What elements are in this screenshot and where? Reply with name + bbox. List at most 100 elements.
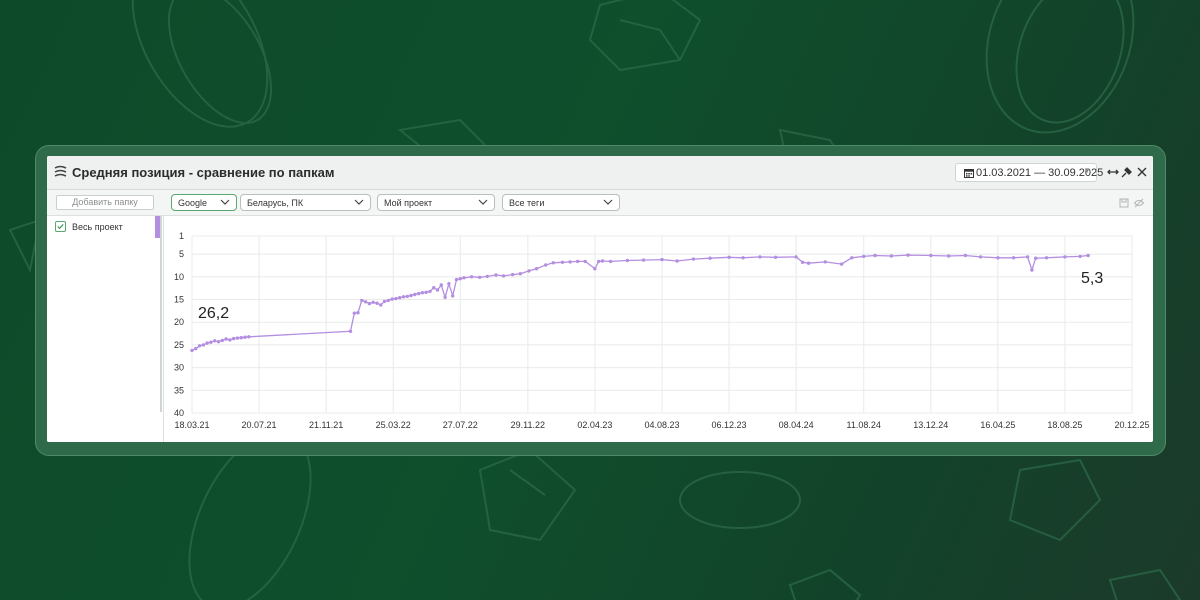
data-point xyxy=(675,259,679,263)
chevron-down-icon xyxy=(478,199,488,205)
data-point xyxy=(451,294,455,298)
data-point xyxy=(1086,253,1090,258)
start-value-annotation: 26,2 xyxy=(198,305,230,322)
add-folder-input[interactable]: Добавить папку xyxy=(56,195,154,210)
data-point xyxy=(597,259,601,264)
gem-outline xyxy=(588,0,702,72)
data-point xyxy=(873,253,877,258)
data-point xyxy=(416,291,421,296)
y-tick-label: 15 xyxy=(174,295,184,305)
data-point xyxy=(963,253,968,258)
data-point xyxy=(194,346,198,351)
x-tick-label: 20.12.25 xyxy=(1114,420,1149,430)
checkbox-checked-icon[interactable] xyxy=(55,221,66,232)
data-point xyxy=(363,300,368,304)
data-point xyxy=(352,311,356,315)
folder-label: Весь проект xyxy=(72,222,123,232)
folder-sidebar: Весь проект xyxy=(47,216,164,442)
x-tick-label: 25.03.22 xyxy=(376,420,411,430)
region-value: Беларусь, ПК xyxy=(247,198,304,208)
x-tick-label: 29.11.22 xyxy=(511,420,545,430)
x-tick-label: 11.08.24 xyxy=(847,420,881,430)
data-point xyxy=(1044,256,1049,260)
data-point xyxy=(390,297,394,301)
ring-outline xyxy=(985,0,1135,134)
pin-icon[interactable] xyxy=(1121,166,1133,178)
data-point xyxy=(356,311,360,315)
search-engine-value: Google xyxy=(178,198,208,208)
gem-outline xyxy=(1108,568,1182,600)
data-point xyxy=(758,255,762,259)
data-point xyxy=(224,337,228,341)
data-point xyxy=(929,253,933,258)
report-window: Средняя позиция - сравнение по папкам 01… xyxy=(47,156,1153,442)
chevron-down-icon xyxy=(220,199,230,205)
window-title: Средняя позиция - сравнение по папкам xyxy=(72,165,335,180)
data-point xyxy=(205,341,209,345)
x-tick-label: 02.04.23 xyxy=(577,420,612,430)
filter-bar: Добавить папку Google Беларусь, ПК Мой п… xyxy=(47,190,1153,216)
search-engine-select[interactable]: Google xyxy=(171,194,237,211)
series-points xyxy=(190,253,1090,353)
data-point xyxy=(978,255,983,259)
save-icon[interactable] xyxy=(1119,198,1129,208)
hide-icon[interactable] xyxy=(1134,198,1144,208)
data-point xyxy=(593,267,597,271)
data-point xyxy=(432,286,436,290)
x-tick-label: 16.04.25 xyxy=(980,420,1015,430)
data-point xyxy=(494,273,498,277)
data-point xyxy=(409,293,413,298)
data-point xyxy=(190,348,194,353)
data-point xyxy=(691,257,696,261)
data-point xyxy=(379,303,383,307)
date-range-picker[interactable]: 01.03.2021 — 30.09.2025 ▼ xyxy=(955,163,1103,182)
data-point xyxy=(485,274,489,279)
data-point xyxy=(439,283,443,287)
sidebar-scrollbar[interactable] xyxy=(160,216,162,412)
data-point xyxy=(1030,268,1034,272)
data-point xyxy=(394,296,398,301)
ring-outline xyxy=(167,0,273,124)
data-point xyxy=(420,291,425,295)
tags-select[interactable]: Все теги xyxy=(502,194,620,211)
region-select[interactable]: Беларусь, ПК xyxy=(240,194,371,211)
drag-handle-icon[interactable] xyxy=(54,165,67,179)
data-point xyxy=(405,294,409,299)
data-point xyxy=(850,256,854,260)
project-select[interactable]: Мой проект xyxy=(377,194,495,211)
x-tick-label: 04.08.23 xyxy=(644,420,679,430)
x-tick-label: 06.12.23 xyxy=(712,420,747,430)
data-point xyxy=(360,298,364,303)
data-point xyxy=(209,340,213,344)
folder-item-whole-project[interactable]: Весь проект xyxy=(47,216,161,238)
data-point xyxy=(447,282,451,286)
gem-outline xyxy=(478,448,577,542)
resize-icon[interactable] xyxy=(1107,166,1119,178)
data-point xyxy=(228,338,232,342)
data-point xyxy=(544,263,548,267)
chart-grid xyxy=(191,235,1133,414)
data-point xyxy=(1063,255,1067,259)
data-point xyxy=(443,295,447,299)
data-point xyxy=(534,267,539,271)
y-tick-label: 30 xyxy=(174,363,184,373)
close-icon[interactable] xyxy=(1136,166,1148,178)
data-point xyxy=(560,260,565,264)
data-point xyxy=(367,301,372,306)
data-point xyxy=(371,300,375,304)
project-value: Мой проект xyxy=(384,198,433,208)
gem-outline xyxy=(788,568,862,600)
data-point xyxy=(575,259,580,264)
end-value-annotation: 5,3 xyxy=(1081,270,1104,287)
y-axis-ticks: 1510152025303540 xyxy=(174,231,184,418)
x-axis-ticks: 18.03.21 20.07.21 21.11.21 25.03.22 27.07.22… xyxy=(174,420,1149,430)
data-point xyxy=(947,254,951,258)
data-point xyxy=(1025,255,1030,259)
ring-outline xyxy=(1015,0,1125,124)
data-point xyxy=(201,343,206,347)
data-point xyxy=(660,257,664,262)
data-point xyxy=(741,256,745,260)
data-point xyxy=(839,262,844,266)
chevron-down-icon xyxy=(354,199,364,205)
y-tick-label: 5 xyxy=(179,249,184,259)
